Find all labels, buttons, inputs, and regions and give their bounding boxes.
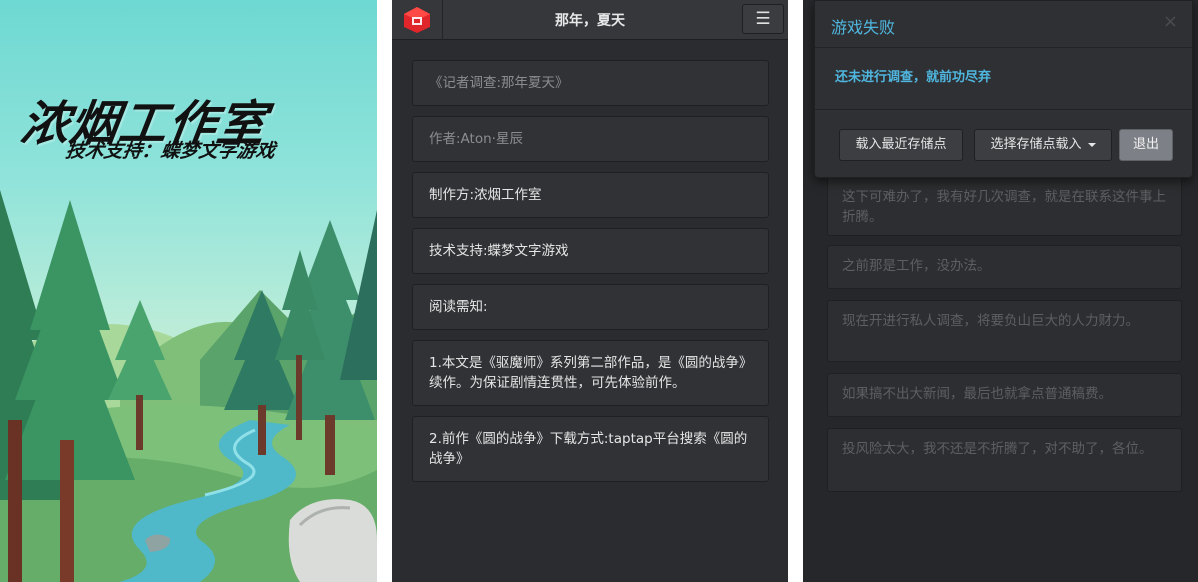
page-title: 那年，夏天	[555, 13, 625, 29]
background-story-card: 投风险太大，我不还是不折腾了，对不助了，各位。	[827, 428, 1182, 492]
game-over-dialog: 游戏失败 × 还未进行调查，就前功尽弃 载入最近存储点 选择存储点载入 退出	[814, 0, 1193, 178]
reader-screen: 那年，夏天 ☰ 《记者调查:那年夏天》 作者:Aton·星辰 制作方:浓烟工作室…	[392, 0, 788, 582]
exit-label: 退出	[1132, 137, 1159, 152]
producer-card[interactable]: 制作方:浓烟工作室	[412, 172, 769, 218]
load-recent-save-button[interactable]: 载入最近存储点	[839, 129, 963, 161]
background-story-card: 这下可难办了，我有好几次调查，就是在联系这件事上折腾。	[827, 176, 1182, 236]
caret-down-icon	[1087, 142, 1096, 147]
tech-support-subtitle: 技术支持：蝶梦文字游戏	[64, 140, 277, 162]
choose-save-label: 选择存储点载入	[990, 137, 1082, 152]
hamburger-icon: ☰	[755, 9, 771, 29]
load-recent-label: 载入最近存储点	[855, 137, 947, 152]
exit-button[interactable]: 退出	[1119, 129, 1173, 161]
dialog-title: 游戏失败	[831, 18, 896, 37]
close-icon[interactable]: ×	[1163, 11, 1178, 32]
background-story-card: 之前那是工作，没办法。	[827, 245, 1182, 289]
failure-message: 还未进行调查，就前功尽弃	[835, 70, 992, 85]
story-title-card[interactable]: 《记者调查:那年夏天》	[412, 60, 769, 106]
game-over-screen: 这下可难办了，我有好几次调查，就是在联系这件事上折腾。 之前那是工作，没办法。 …	[803, 0, 1198, 582]
menu-button[interactable]: ☰	[742, 4, 784, 34]
notice-item-1-card[interactable]: 1.本文是《驱魔师》系列第二部作品，是《圆的战争》续作。为保证剧情连贯性，可先体…	[412, 340, 769, 406]
splash-screen: 浓烟工作室 技术支持：蝶梦文字游戏	[0, 0, 377, 582]
background-story-card: 现在开进行私人调查，将要负山巨大的人力财力。	[827, 300, 1182, 362]
top-bar: 那年，夏天 ☰	[392, 0, 788, 40]
author-card[interactable]: 作者:Aton·星辰	[412, 116, 769, 162]
dialog-body: 还未进行调查，就前功尽弃	[815, 48, 1192, 110]
notice-item-2-card[interactable]: 2.前作《圆的战争》下载方式:taptap平台搜索《圆的战争》	[412, 416, 769, 482]
choose-save-dropdown[interactable]: 选择存储点载入	[974, 129, 1112, 161]
dialog-header: 游戏失败 ×	[815, 1, 1192, 48]
background-story-card: 如果搞不出大新闻，最后也就拿点普通稿费。	[827, 373, 1182, 417]
dialog-footer: 载入最近存储点 选择存储点载入 退出	[815, 110, 1192, 178]
reading-notice-card[interactable]: 阅读需知:	[412, 284, 769, 330]
tech-support-card[interactable]: 技术支持:蝶梦文字游戏	[412, 228, 769, 274]
